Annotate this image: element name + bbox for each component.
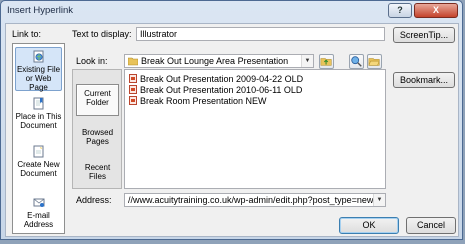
insert-hyperlink-dialog: Insert Hyperlink ? X Link to: Existing F… — [0, 0, 463, 240]
file-name: Break Room Presentation NEW — [140, 96, 267, 106]
address-label: Address: — [76, 195, 112, 205]
link-to-create-new-document[interactable]: Create New Document — [15, 145, 62, 185]
bookmark-button[interactable]: Bookmark... — [393, 72, 455, 88]
nav-current-folder[interactable]: Current Folder — [76, 84, 119, 116]
link-to-existing-file[interactable]: Existing File or Web Page — [15, 47, 62, 92]
powerpoint-file-icon — [129, 74, 137, 83]
link-to-panel: Existing File or Web Page Place in This … — [12, 43, 65, 234]
link-to-create-new-document-label: Create New Document — [17, 160, 60, 178]
ok-button[interactable]: OK — [339, 217, 399, 234]
dialog-title: Insert Hyperlink — [7, 5, 73, 16]
link-to-place-in-document-label: Place in This Document — [15, 112, 62, 130]
nav-browsed-pages[interactable]: Browsed Pages — [76, 128, 119, 154]
cancel-button[interactable]: Cancel — [406, 217, 456, 234]
look-in-dropdown[interactable]: Break Out Lounge Area Presentation ▼ — [124, 54, 314, 68]
text-to-display-label: Text to display: — [72, 29, 132, 39]
list-item[interactable]: Break Out Presentation 2010-06-11 OLD — [129, 85, 302, 96]
chevron-down-icon[interactable]: ▼ — [301, 55, 313, 67]
screentip-button[interactable]: ScreenTip... — [393, 27, 455, 43]
link-to-label: Link to: — [12, 29, 42, 39]
nav-recent-files[interactable]: Recent Files — [76, 163, 119, 187]
globe-search-icon — [351, 56, 362, 67]
folder-icon — [128, 57, 138, 66]
address-value: //www.acuitytraining.co.uk/wp-admin/edit… — [128, 195, 386, 205]
close-button[interactable]: X — [414, 3, 458, 18]
file-name: Break Out Presentation 2010-06-11 OLD — [140, 85, 303, 95]
powerpoint-file-icon — [129, 96, 137, 105]
link-to-existing-file-label: Existing File or Web Page — [16, 65, 61, 92]
link-to-place-in-document[interactable]: Place in This Document — [15, 97, 62, 137]
chevron-down-icon[interactable]: ▼ — [373, 194, 385, 206]
look-in-label: Look in: — [76, 56, 108, 66]
open-folder-icon — [368, 58, 380, 66]
globe-document-icon — [33, 50, 43, 63]
help-button[interactable]: ? — [388, 3, 412, 18]
folder-up-icon — [320, 58, 332, 66]
file-name: Break Out Presentation 2009-04-22 OLD — [140, 74, 304, 84]
file-list[interactable]: Break Out Presentation 2009-04-22 OLD Br… — [124, 69, 386, 189]
browse-web-button[interactable] — [349, 54, 364, 69]
list-item[interactable]: Break Out Presentation 2009-04-22 OLD — [129, 74, 303, 85]
dialog-body: Link to: Existing File or Web Page Place… — [5, 23, 459, 237]
location-nav-panel: Current Folder Browsed Pages Recent File… — [72, 69, 122, 189]
link-to-email-address-label: E-mail Address — [23, 211, 54, 229]
document-bookmark-icon — [33, 97, 43, 110]
up-folder-button[interactable] — [319, 54, 334, 69]
envelope-icon — [33, 198, 44, 207]
title-bar[interactable]: Insert Hyperlink ? X — [1, 1, 462, 21]
browse-file-button[interactable] — [367, 54, 382, 69]
address-input[interactable]: //www.acuitytraining.co.uk/wp-admin/edit… — [124, 193, 386, 207]
text-to-display-input[interactable]: Illustrator — [136, 27, 385, 41]
list-item[interactable]: Break Room Presentation NEW — [129, 96, 267, 107]
new-document-icon — [33, 145, 43, 158]
powerpoint-file-icon — [129, 85, 137, 94]
look-in-value: Break Out Lounge Area Presentation — [141, 56, 289, 66]
link-to-email-address[interactable]: E-mail Address — [15, 196, 62, 232]
